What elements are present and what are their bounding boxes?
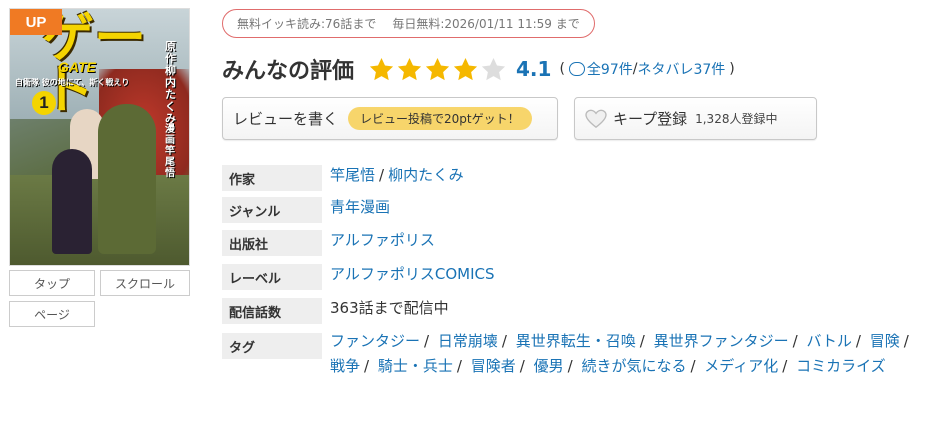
episodes-value: 363話まで配信中 <box>330 299 449 317</box>
all-reviews-link[interactable]: 全97件 <box>587 59 633 79</box>
tag-link[interactable]: メディア化 <box>704 357 778 375</box>
info-row-author: 作家 竿尾悟 / 柳内たくみ <box>222 165 464 191</box>
author-values: 竿尾悟 / 柳内たくみ <box>330 166 464 184</box>
tag-separator: / <box>424 332 430 350</box>
star-filled-icon <box>424 56 451 83</box>
info-row-episodes: 配信話数 363話まで配信中 <box>222 298 449 324</box>
cover-volume: 1 <box>32 91 56 115</box>
publisher-value: アルファポリス <box>330 230 435 251</box>
book-cover[interactable]: ゲート GATE 自衛隊 彼の地にて、斯く戦えり 1 原作 柳内たくみ 漫画 竿… <box>9 8 190 266</box>
tag-link[interactable]: ファンタジー <box>330 332 420 350</box>
review-promo-pill: レビュー投稿で20ptゲット！ <box>348 107 532 130</box>
comment-bubble-icon <box>568 62 585 76</box>
genre-value: 青年漫画 <box>330 197 390 218</box>
tag-separator: / <box>782 357 788 375</box>
tap-view-button[interactable]: タップ <box>9 270 95 296</box>
label-value: アルファポリスCOMICS <box>330 264 495 285</box>
free-daily-text: 毎日無料:2026/01/11 11:59 まで <box>392 17 580 31</box>
tag-separator: / <box>855 332 861 350</box>
tag-link[interactable]: 日常崩壊 <box>438 332 498 350</box>
star-filled-icon <box>396 56 423 83</box>
label-label: レーベル <box>222 264 322 290</box>
tag-separator: / <box>690 357 696 375</box>
rating-title: みんなの評価 <box>222 59 355 84</box>
tag-link[interactable]: 冒険者 <box>471 357 516 375</box>
genre-label: ジャンル <box>222 197 322 223</box>
author-label: 作家 <box>222 165 322 191</box>
cover-original-author: 原作 柳内たくみ <box>165 40 176 125</box>
info-row-genre: ジャンル 青年漫画 <box>222 197 390 223</box>
tag-link[interactable]: 異世界転生・召喚 <box>516 332 636 350</box>
tag-link[interactable]: 戦争 <box>330 357 360 375</box>
tag-separator: / <box>364 357 370 375</box>
tag-separator: / <box>792 332 798 350</box>
tag-separator: / <box>567 357 573 375</box>
tag-link[interactable]: 優男 <box>534 357 564 375</box>
cover-artist: 漫画 竿尾悟 <box>165 124 175 179</box>
up-badge: UP <box>10 9 62 35</box>
tag-separator: / <box>903 332 909 350</box>
keep-button[interactable]: キープ登録 1,328人登録中 <box>574 97 817 140</box>
info-row-tags: タグ ファンタジー / 日常崩壊 / 異世界転生・召喚 / 異世界ファンタジー / バト… <box>222 332 915 379</box>
free-ikki-text: 無料イッキ読み:76話まで <box>237 17 377 31</box>
scroll-view-button[interactable]: スクロール <box>100 270 190 296</box>
star-filled-icon <box>452 56 479 83</box>
tag-link[interactable]: コミカライズ <box>796 357 886 375</box>
publisher-label: 出版社 <box>222 230 322 256</box>
label-link[interactable]: アルファポリスCOMICS <box>330 265 495 283</box>
tag-separator: / <box>456 357 462 375</box>
tag-link[interactable]: 異世界ファンタジー <box>654 332 789 350</box>
keep-label: キープ登録 <box>613 110 688 128</box>
close-paren: ) <box>729 61 735 77</box>
tag-separator: / <box>639 332 645 350</box>
write-review-button[interactable]: レビューを書く レビュー投稿で20ptゲット！ <box>222 97 558 140</box>
open-paren: ( <box>559 61 565 77</box>
info-row-publisher: 出版社 アルファポリス <box>222 230 435 256</box>
tags-label: タグ <box>222 333 322 359</box>
review-counts: ( 全97件 / ネタバレ37件 ) <box>559 59 734 79</box>
write-review-label: レビューを書く <box>233 110 339 128</box>
author-link[interactable]: 柳内たくみ <box>388 166 464 184</box>
cover-soldier <box>98 104 156 254</box>
star-empty-icon <box>480 56 507 83</box>
free-reading-badge: 無料イッキ読み:76話まで 毎日無料:2026/01/11 11:59 まで <box>222 9 595 38</box>
star-filled-icon <box>368 56 395 83</box>
cover-character <box>52 149 92 254</box>
tag-separator: / <box>519 357 525 375</box>
tag-link[interactable]: バトル <box>806 332 851 350</box>
keep-count: 1,328人登録中 <box>695 112 778 126</box>
tag-link[interactable]: 続きが気になる <box>581 357 686 375</box>
star-rating <box>368 56 508 83</box>
publisher-link[interactable]: アルファポリス <box>330 231 435 249</box>
episodes-label: 配信話数 <box>222 298 322 324</box>
tag-link[interactable]: 冒険 <box>870 332 900 350</box>
info-row-label: レーベル アルファポリスCOMICS <box>222 264 495 290</box>
heart-icon <box>585 109 607 128</box>
tag-link[interactable]: 騎士・兵士 <box>378 357 453 375</box>
author-link[interactable]: 竿尾悟 <box>330 166 375 184</box>
tag-list: ファンタジー / 日常崩壊 / 異世界転生・召喚 / 異世界ファンタジー / バトル / … <box>330 329 915 379</box>
page-view-button[interactable]: ページ <box>9 301 95 327</box>
rating-section: みんなの評価 4.1 ( 全97件 / ネタバレ37件 ) <box>222 52 735 86</box>
genre-link[interactable]: 青年漫画 <box>330 198 390 216</box>
cover-logo-latin: GATE <box>58 59 96 75</box>
spoiler-reviews-link[interactable]: ネタバレ37件 <box>637 59 725 79</box>
cover-subtitle: 自衛隊 彼の地にて、斯く戦えり <box>15 78 130 87</box>
tag-separator: / <box>501 332 507 350</box>
rating-value: 4.1 <box>516 57 552 81</box>
